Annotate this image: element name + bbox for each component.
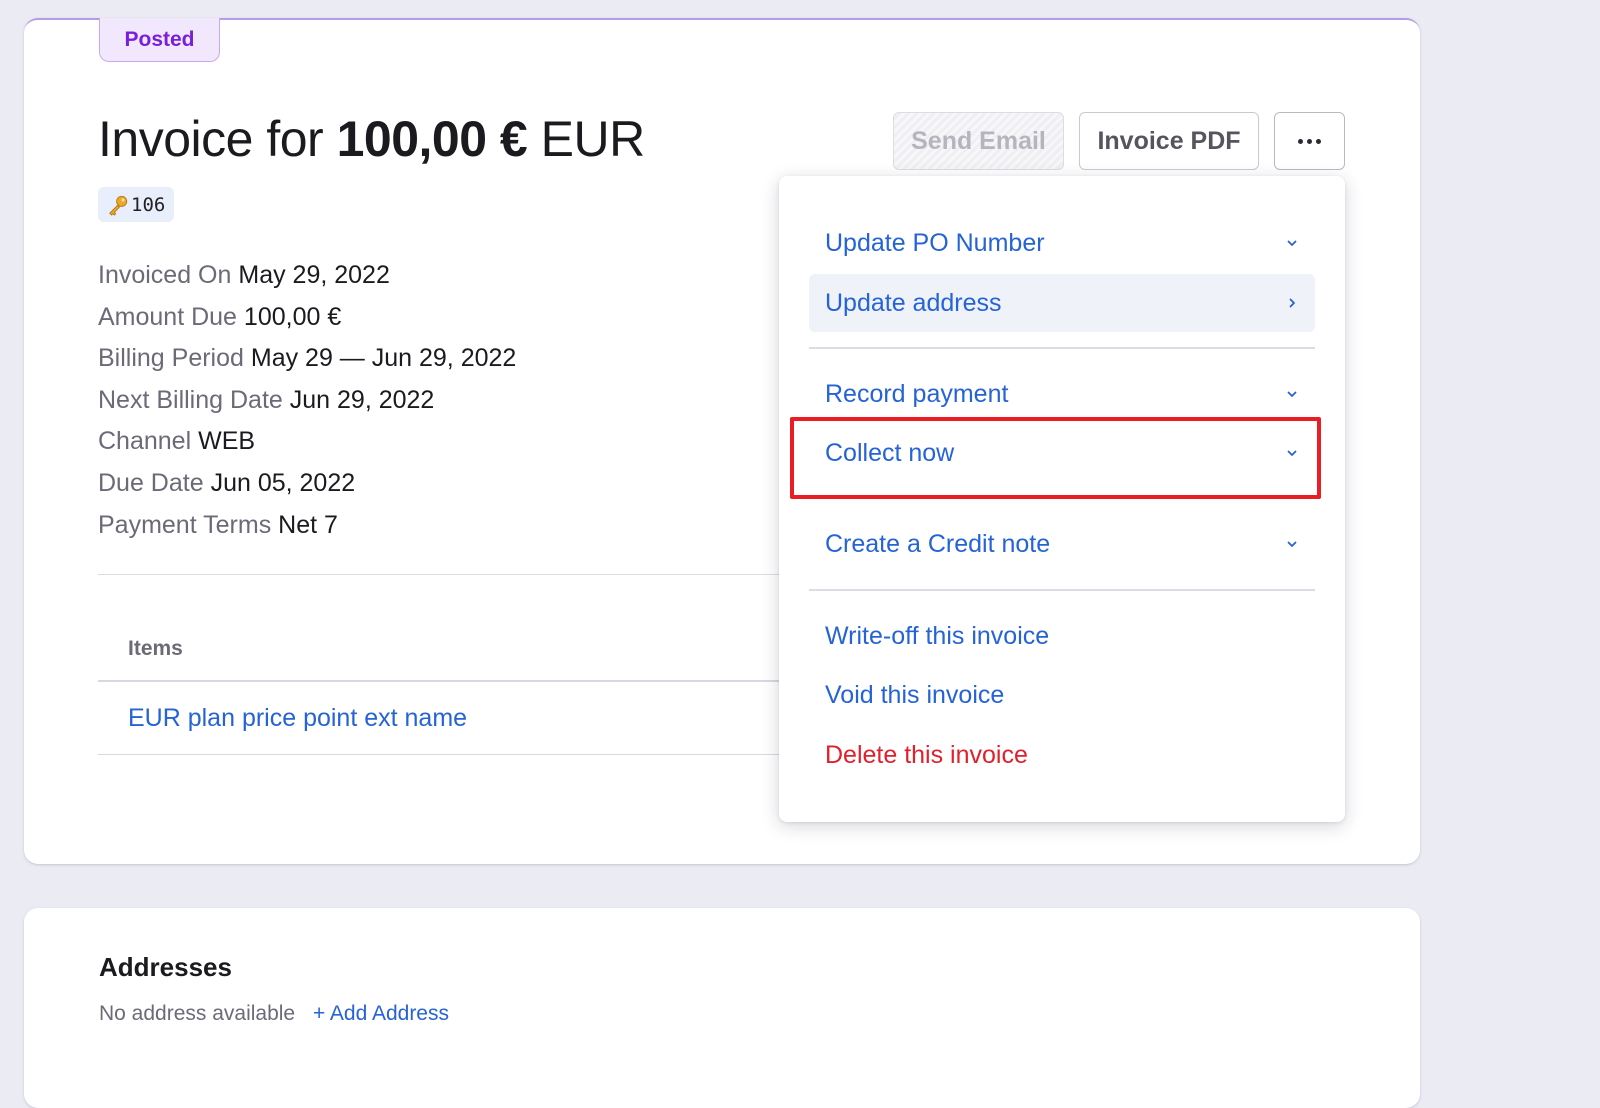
detail-row-payment-terms: Payment Terms Net 7: [98, 506, 516, 548]
invoice-id: 106: [131, 193, 166, 216]
detail-row-channel: Channel WEB: [98, 422, 516, 464]
menu-item-label: Delete this invoice: [825, 740, 1028, 769]
detail-label: Due Date: [98, 468, 204, 497]
menu-item-label: Write-off this invoice: [825, 621, 1050, 650]
invoice-details: Invoiced On May 29, 2022 Amount Due 100,…: [98, 256, 516, 547]
chevron-down-icon: [1287, 450, 1297, 456]
addresses-card: Addresses No address available + Add Add…: [24, 908, 1420, 1108]
detail-label: Billing Period: [98, 344, 244, 373]
key-icon: [109, 195, 128, 216]
menu-item-label: Record payment: [825, 379, 1009, 408]
detail-value: May 29 — Jun 29, 2022: [250, 344, 517, 373]
detail-value: Jun 05, 2022: [210, 468, 356, 497]
menu-item-delete-invoice[interactable]: Delete this invoice: [809, 726, 1315, 784]
menu-item-update-address[interactable]: Update address: [809, 274, 1315, 332]
detail-row-next-billing-date: Next Billing Date Jun 29, 2022: [98, 381, 516, 423]
menu-item-write-off-invoice[interactable]: Write-off this invoice: [809, 607, 1315, 665]
menu-item-collect-now[interactable]: Collect now: [809, 424, 1315, 482]
menu-item-create-credit-note[interactable]: Create a Credit note: [809, 515, 1315, 573]
detail-label: Next Billing Date: [98, 385, 283, 414]
invoice-currency: EUR: [540, 111, 646, 167]
items-header-divider: [98, 680, 798, 682]
items-row-divider: [98, 754, 798, 755]
menu-item-label: Collect now: [825, 438, 955, 467]
detail-row-invoiced-on: Invoiced On May 29, 2022: [98, 256, 516, 298]
chevron-down-icon: [1287, 240, 1297, 246]
no-address-text: No address available: [99, 1002, 296, 1025]
detail-value: 100,00 €: [243, 302, 342, 331]
invoice-title-prefix: Invoice for: [98, 111, 324, 167]
status-badge: Posted: [99, 18, 220, 62]
menu-item-record-payment[interactable]: Record payment: [809, 365, 1315, 423]
detail-label: Amount Due: [98, 302, 237, 331]
detail-label: Invoiced On: [98, 261, 232, 289]
addresses-title: Addresses: [99, 952, 232, 982]
menu-divider: [809, 347, 1315, 349]
ellipsis-icon: [1298, 138, 1321, 144]
addresses-row: No address available + Add Address: [99, 1002, 449, 1026]
items-column-header: Items: [128, 637, 183, 660]
send-email-button[interactable]: Send Email: [893, 112, 1064, 170]
menu-item-label: Void this invoice: [825, 680, 1005, 709]
detail-row-billing-period: Billing Period May 29 — Jun 29, 2022: [98, 339, 516, 381]
actions-dropdown-menu: Update PO Number Update address Record p…: [779, 176, 1345, 822]
add-address-link[interactable]: + Add Address: [313, 1002, 449, 1025]
more-actions-button[interactable]: [1274, 112, 1345, 170]
menu-divider: [809, 589, 1315, 591]
detail-row-due-date: Due Date Jun 05, 2022: [98, 464, 516, 506]
invoice-amount: 100,00 €: [336, 111, 528, 167]
menu-item-label: Update PO Number: [825, 228, 1045, 257]
invoice-title: Invoice for 100,00 € EUR: [98, 110, 645, 168]
detail-row-amount-due: Amount Due 100,00 €: [98, 298, 516, 340]
details-divider: [98, 574, 798, 575]
invoice-pdf-button[interactable]: Invoice PDF: [1079, 112, 1259, 170]
detail-label: Payment Terms: [98, 510, 272, 539]
invoice-id-badge: 106: [98, 187, 175, 222]
detail-value: Jun 29, 2022: [289, 385, 435, 414]
menu-item-void-invoice[interactable]: Void this invoice: [809, 666, 1315, 724]
menu-item-update-po-number[interactable]: Update PO Number: [809, 214, 1315, 272]
detail-label: Channel: [98, 427, 192, 456]
chevron-down-icon: [1287, 541, 1297, 547]
menu-item-label: Update address: [825, 288, 1002, 317]
chevron-right-icon: [1289, 298, 1295, 308]
menu-item-label: Create a Credit note: [825, 529, 1051, 558]
detail-value: May 29, 2022: [238, 261, 390, 289]
chevron-down-icon: [1287, 391, 1297, 397]
detail-value: Net 7: [278, 510, 338, 539]
detail-value: WEB: [198, 427, 256, 456]
line-item-link[interactable]: EUR plan price point ext name: [128, 704, 467, 733]
